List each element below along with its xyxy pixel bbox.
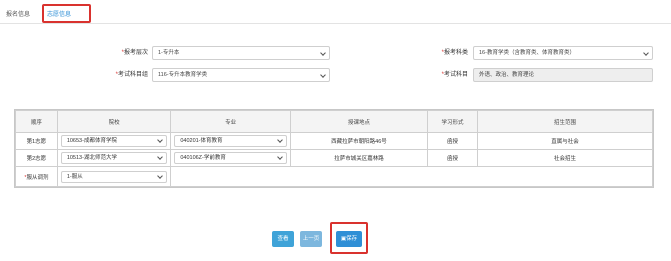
table-row-adjust: *服从调剂 1-服从	[15, 166, 653, 187]
row-location: 西藏拉萨市朝阳路46号	[289, 132, 429, 150]
col-header-study-form: 学习形式	[427, 110, 478, 133]
row-order: 第2志愿	[15, 149, 58, 167]
school-select[interactable]: 10653-成都体育学院	[60, 135, 168, 147]
previous-page-button[interactable]: 上一页	[300, 231, 322, 247]
row-scope: 社会招生	[476, 149, 654, 167]
batch-select-value: 1-专升本	[158, 50, 180, 56]
chevron-down-icon	[157, 172, 164, 179]
row-scope: 直属与社会	[476, 132, 654, 150]
subject-group-select[interactable]: 116-专升本教育学类	[152, 68, 330, 82]
view-button[interactable]: 查看	[272, 231, 294, 247]
chevron-down-icon	[320, 50, 326, 56]
school-select[interactable]: 10513-湖北师范大学	[60, 152, 168, 164]
save-highlight-box	[330, 222, 368, 254]
tab-registration-info[interactable]: 报名信息	[6, 9, 30, 18]
row-location: 拉萨市城关区嘉林路	[289, 149, 429, 167]
adjust-select[interactable]: 1-服从	[60, 170, 168, 183]
chevron-down-icon	[157, 154, 164, 160]
exam-subjects-label: *考试科目	[441, 72, 468, 78]
row-study-form: 函授	[427, 149, 478, 167]
chevron-down-icon	[643, 50, 649, 56]
col-header-location: 授课地点	[289, 110, 429, 133]
col-header-order: 顺序	[15, 110, 58, 133]
tab-bar: 报名信息 志愿信息	[0, 0, 671, 24]
tab-highlight-box	[42, 4, 91, 23]
batch-select[interactable]: 1-专升本	[152, 46, 330, 60]
col-header-school: 院校	[56, 110, 172, 133]
col-header-major: 专业	[170, 110, 291, 133]
category-label: *报考科类	[441, 50, 468, 56]
category-select[interactable]: 16-教育学类（含教育类、体育教育类）	[473, 46, 653, 60]
chevron-down-icon	[157, 137, 164, 143]
subject-group-select-value: 116-专升本教育学类	[158, 72, 208, 78]
major-select[interactable]: 040106Z-学前教育	[174, 152, 287, 164]
adjust-label: *服从调剂	[15, 166, 58, 187]
table-header-row: 顺序 院校 专业 授课地点 学习形式 招生范围	[15, 110, 654, 133]
exam-subjects-field: 外语、政治、教育理论	[473, 68, 653, 82]
batch-label: *报考层次	[121, 50, 148, 56]
chevron-down-icon	[277, 137, 283, 143]
row-study-form: 函授	[427, 132, 478, 150]
chevron-down-icon	[277, 154, 283, 160]
row-order: 第1志愿	[15, 132, 58, 150]
chevron-down-icon	[320, 72, 326, 78]
table-row: 第2志愿 10513-湖北师范大学 040106Z-学前教育 拉萨市城关区嘉林路…	[15, 149, 654, 167]
table-row: 第1志愿 10653-成都体育学院 040201-体育教育 西藏拉萨市朝阳路46…	[15, 132, 654, 150]
major-select[interactable]: 040201-体育教育	[174, 135, 287, 147]
adjust-empty-cell	[170, 166, 653, 187]
subject-group-label: *考试科目组	[115, 72, 148, 78]
col-header-scope: 招生范围	[476, 110, 654, 133]
category-select-value: 16-教育学类（含教育类、体育教育类）	[479, 50, 575, 56]
application-table: 顺序 院校 专业 授课地点 学习形式 招生范围 第1志愿 10653-成都体育学…	[14, 109, 654, 188]
